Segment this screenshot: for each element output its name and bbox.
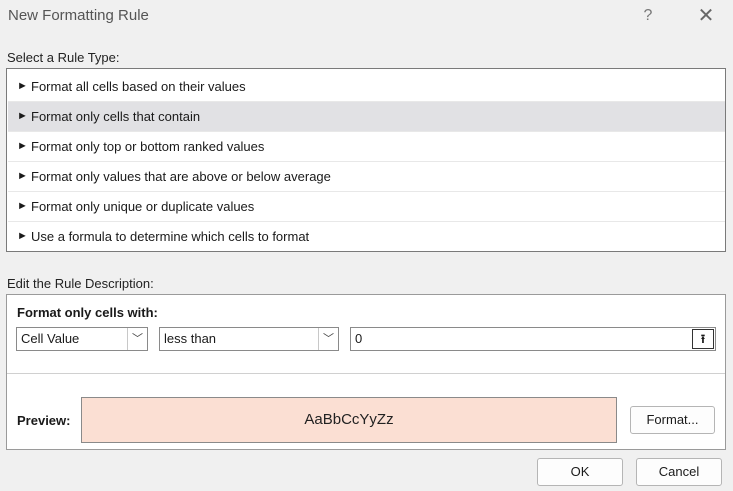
range-select-icon[interactable]: ⭱ [692,329,714,349]
rule-item-formula[interactable]: ► Use a formula to determine which cells… [8,222,725,252]
rule-item-label: Format only unique or duplicate values [31,199,255,214]
close-button[interactable]: ✕ [694,4,718,28]
value-input-text: 0 [355,331,363,346]
rule-item-label: Format only cells that contain [31,109,201,124]
dialog-title: New Formatting Rule [8,7,149,24]
format-button[interactable]: Format... [630,406,715,434]
rule-item-label: Use a formula to determine which cells t… [31,229,310,244]
rule-item-above-below-average[interactable]: ► Format only values that are above or b… [8,162,725,192]
divider [7,373,725,374]
arrow-icon: ► [17,110,28,122]
title-bar: New Formatting Rule ? ✕ [0,0,733,32]
operator-dropdown[interactable]: less than ﹀ [159,327,339,351]
rule-item-label: Format only top or bottom ranked values [31,139,265,154]
arrow-icon: ► [17,140,28,152]
rule-type-list[interactable]: ► Format all cells based on their values… [6,68,726,252]
dropdown-value: Cell Value [21,331,80,346]
preview-box: AaBbCcYyZz [81,397,617,443]
chevron-down-icon[interactable]: ﹀ [318,328,338,350]
rule-item-all-cells[interactable]: ► Format all cells based on their values [8,72,725,102]
rule-item-unique-duplicate[interactable]: ► Format only unique or duplicate values [8,192,725,222]
preview-label: Preview: [17,413,71,428]
ok-button[interactable]: OK [537,458,623,486]
cancel-button[interactable]: Cancel [636,458,722,486]
dropdown-value: less than [164,331,217,346]
rule-item-label: Format only values that are above or bel… [31,169,331,184]
value-input[interactable]: 0 ⭱ [350,327,716,351]
cell-value-dropdown[interactable]: Cell Value ﹀ [16,327,148,351]
arrow-icon: ► [17,170,28,182]
chevron-down-icon[interactable]: ﹀ [127,328,147,350]
rule-item-cells-contain[interactable]: ► Format only cells that contain [8,102,725,132]
help-button[interactable]: ? [636,4,660,28]
arrow-icon: ► [17,80,28,92]
rule-item-top-bottom[interactable]: ► Format only top or bottom ranked value… [8,132,725,162]
rule-item-label: Format all cells based on their values [31,79,246,94]
rule-description-panel: Format only cells with: Cell Value ﹀ les… [6,294,726,450]
rule-type-label: Select a Rule Type: [7,50,120,65]
rule-description-label: Edit the Rule Description: [7,276,154,291]
condition-label: Format only cells with: [17,305,158,320]
arrow-icon: ► [17,230,28,242]
arrow-icon: ► [17,200,28,212]
